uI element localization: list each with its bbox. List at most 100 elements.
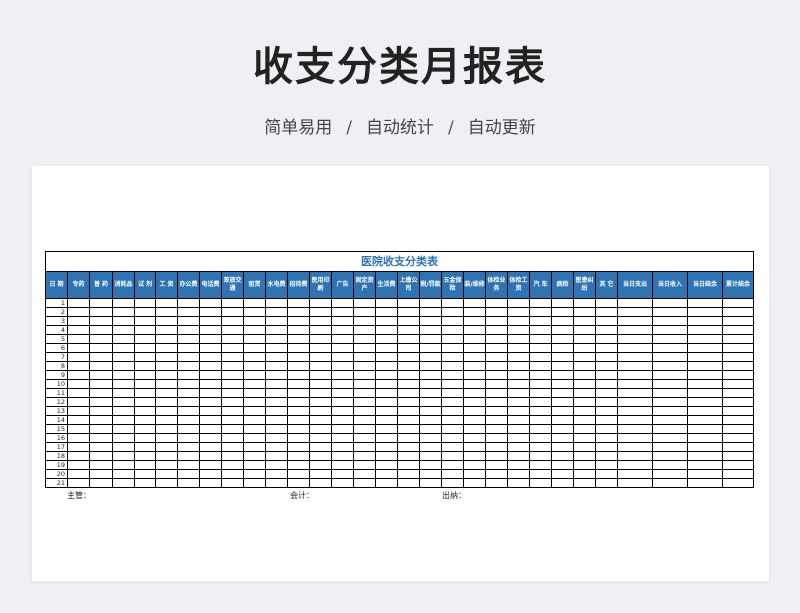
entry-cell[interactable]	[652, 397, 688, 407]
entry-cell[interactable]	[551, 424, 574, 434]
entry-cell[interactable]	[529, 469, 552, 479]
entry-cell[interactable]	[177, 343, 200, 353]
entry-cell[interactable]	[331, 298, 354, 308]
entry-cell[interactable]	[134, 325, 156, 335]
entry-cell[interactable]	[287, 424, 310, 434]
entry-cell[interactable]	[309, 460, 332, 470]
entry-cell[interactable]	[134, 361, 156, 371]
entry-cell[interactable]	[67, 379, 90, 389]
entry-cell[interactable]	[595, 298, 618, 308]
entry-cell[interactable]	[112, 397, 135, 407]
entry-cell[interactable]	[687, 415, 723, 425]
entry-cell[interactable]	[221, 298, 244, 308]
entry-cell[interactable]	[617, 361, 653, 371]
entry-cell[interactable]	[67, 334, 90, 344]
entry-cell[interactable]	[353, 316, 376, 326]
entry-cell[interactable]	[529, 388, 552, 398]
entry-cell[interactable]	[507, 352, 530, 362]
entry-cell[interactable]	[89, 325, 113, 335]
entry-cell[interactable]	[551, 370, 574, 380]
entry-cell[interactable]	[687, 379, 723, 389]
entry-cell[interactable]	[551, 352, 574, 362]
entry-cell[interactable]	[243, 388, 266, 398]
entry-cell[interactable]	[112, 433, 135, 443]
entry-cell[interactable]	[375, 442, 398, 452]
entry-cell[interactable]	[463, 415, 486, 425]
entry-cell[interactable]	[617, 352, 653, 362]
entry-cell[interactable]	[507, 478, 530, 488]
entry-cell[interactable]	[397, 307, 420, 317]
entry-cell[interactable]	[134, 469, 156, 479]
entry-cell[interactable]	[287, 388, 310, 398]
entry-cell[interactable]	[199, 451, 222, 461]
entry-cell[interactable]	[617, 316, 653, 326]
entry-cell[interactable]	[155, 415, 178, 425]
entry-cell[interactable]	[441, 352, 464, 362]
entry-cell[interactable]	[652, 469, 688, 479]
entry-cell[interactable]	[89, 334, 113, 344]
entry-cell[interactable]	[485, 352, 508, 362]
entry-cell[interactable]	[177, 433, 200, 443]
entry-cell[interactable]	[309, 370, 332, 380]
entry-cell[interactable]	[265, 478, 288, 488]
entry-cell[interactable]	[134, 424, 156, 434]
entry-cell[interactable]	[419, 352, 442, 362]
entry-cell[interactable]	[529, 451, 552, 461]
entry-cell[interactable]	[397, 397, 420, 407]
entry-cell[interactable]	[687, 334, 723, 344]
entry-cell[interactable]	[652, 415, 688, 425]
entry-cell[interactable]	[112, 388, 135, 398]
entry-cell[interactable]	[89, 442, 113, 452]
entry-cell[interactable]	[441, 343, 464, 353]
entry-cell[interactable]	[485, 424, 508, 434]
entry-cell[interactable]	[573, 388, 596, 398]
entry-cell[interactable]	[67, 307, 90, 317]
entry-cell[interactable]	[177, 406, 200, 416]
entry-cell[interactable]	[529, 478, 552, 488]
entry-cell[interactable]	[243, 433, 266, 443]
entry-cell[interactable]	[353, 379, 376, 389]
entry-cell[interactable]	[507, 415, 530, 425]
entry-cell[interactable]	[243, 307, 266, 317]
entry-cell[interactable]	[199, 469, 222, 479]
entry-cell[interactable]	[89, 307, 113, 317]
entry-cell[interactable]	[177, 451, 200, 461]
entry-cell[interactable]	[309, 361, 332, 371]
entry-cell[interactable]	[221, 433, 244, 443]
entry-cell[interactable]	[397, 451, 420, 461]
entry-cell[interactable]	[595, 469, 618, 479]
entry-cell[interactable]	[287, 442, 310, 452]
entry-cell[interactable]	[199, 379, 222, 389]
entry-cell[interactable]	[507, 361, 530, 371]
entry-cell[interactable]	[419, 424, 442, 434]
entry-cell[interactable]	[89, 298, 113, 308]
entry-cell[interactable]	[309, 343, 332, 353]
entry-cell[interactable]	[617, 307, 653, 317]
entry-cell[interactable]	[419, 460, 442, 470]
entry-cell[interactable]	[573, 433, 596, 443]
entry-cell[interactable]	[331, 379, 354, 389]
entry-cell[interactable]	[652, 361, 688, 371]
entry-cell[interactable]	[112, 334, 135, 344]
entry-cell[interactable]	[722, 343, 754, 353]
entry-cell[interactable]	[595, 478, 618, 488]
entry-cell[interactable]	[287, 334, 310, 344]
entry-cell[interactable]	[419, 307, 442, 317]
entry-cell[interactable]	[375, 460, 398, 470]
entry-cell[interactable]	[617, 415, 653, 425]
entry-cell[interactable]	[177, 325, 200, 335]
entry-cell[interactable]	[155, 460, 178, 470]
entry-cell[interactable]	[287, 343, 310, 353]
entry-cell[interactable]	[177, 316, 200, 326]
entry-cell[interactable]	[353, 370, 376, 380]
entry-cell[interactable]	[353, 406, 376, 416]
entry-cell[interactable]	[243, 406, 266, 416]
entry-cell[interactable]	[507, 424, 530, 434]
entry-cell[interactable]	[722, 352, 754, 362]
entry-cell[interactable]	[265, 379, 288, 389]
entry-cell[interactable]	[529, 460, 552, 470]
entry-cell[interactable]	[573, 316, 596, 326]
entry-cell[interactable]	[243, 397, 266, 407]
entry-cell[interactable]	[419, 361, 442, 371]
entry-cell[interactable]	[485, 316, 508, 326]
